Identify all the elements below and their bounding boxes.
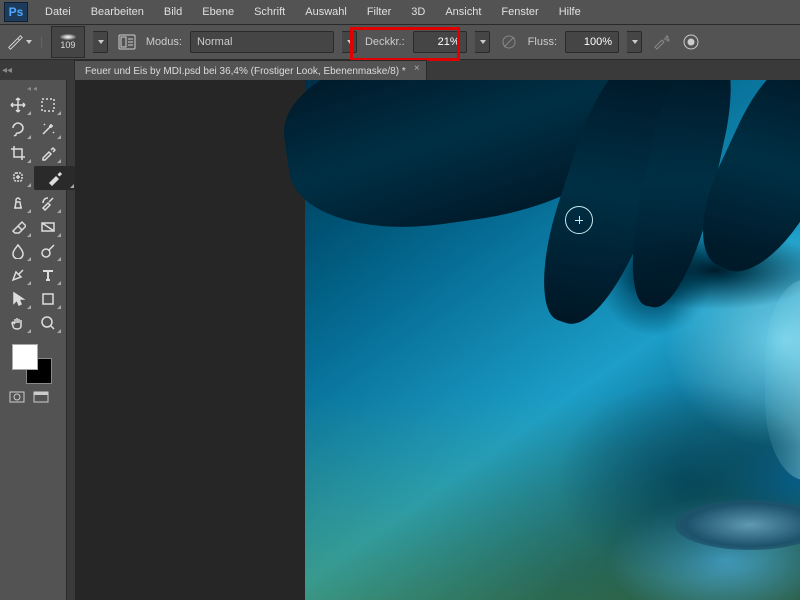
app-logo[interactable]: Ps [4,2,28,22]
document-dock: ◂◂ Feuer und Eis by MDI.psd bei 36,4% (F… [0,60,800,80]
lasso-tool-icon[interactable] [4,118,32,140]
menu-image[interactable]: Bild [155,3,191,21]
pressure-size-icon[interactable] [680,31,702,53]
menu-bar: Ps Datei Bearbeiten Bild Ebene Schrift A… [0,0,800,25]
menu-view[interactable]: Ansicht [436,3,490,21]
gradient-tool-icon[interactable] [34,216,62,238]
marquee-tool-icon[interactable] [34,94,62,116]
menu-edit[interactable]: Bearbeiten [82,3,153,21]
document-image [305,80,800,600]
dock-handle-icon[interactable]: ◂◂ [0,60,14,80]
menu-select[interactable]: Auswahl [296,3,356,21]
move-tool-icon[interactable] [4,94,32,116]
airbrush-icon[interactable] [650,31,672,53]
foreground-swatch[interactable] [12,344,38,370]
menu-file[interactable]: Datei [36,3,80,21]
panel-gutter [67,80,75,600]
menu-filter[interactable]: Filter [358,3,400,21]
shape-tool-icon[interactable] [34,288,62,310]
brush-cursor-icon [565,206,593,234]
flow-dropdown[interactable] [627,31,642,53]
active-tool-brush-icon[interactable] [6,30,32,54]
mode-label: Modus: [146,36,182,48]
blend-mode-dropdown[interactable] [342,31,357,53]
close-tab-icon[interactable]: × [414,63,420,74]
magic-wand-tool-icon[interactable] [34,118,62,140]
quickmask-icon[interactable] [8,390,26,404]
canvas-area[interactable] [75,80,800,600]
document-tab[interactable]: Feuer und Eis by MDI.psd bei 36,4% (Fros… [74,60,427,80]
color-swatches[interactable] [12,344,52,384]
blend-mode-value: Normal [197,36,232,48]
opacity-input[interactable]: 21% [413,31,467,53]
hand-tool-icon[interactable] [4,312,32,334]
opacity-dropdown[interactable] [475,31,490,53]
opacity-label: Deckkr.: [365,36,405,48]
healing-brush-tool-icon[interactable] [4,166,32,188]
flow-label: Fluss: [528,36,557,48]
history-brush-tool-icon[interactable] [34,192,62,214]
menu-help[interactable]: Hilfe [550,3,590,21]
brush-preset-dropdown[interactable] [93,31,108,53]
main-area: ◂◂ [0,80,800,600]
flow-value: 100% [584,36,612,48]
zoom-tool-icon[interactable] [34,312,62,334]
screenmode-icon[interactable] [32,390,50,404]
dodge-tool-icon[interactable] [34,240,62,262]
path-select-tool-icon[interactable] [4,288,32,310]
pressure-opacity-icon[interactable] [498,31,520,53]
flow-input[interactable]: 100% [565,31,619,53]
menu-3d[interactable]: 3D [402,3,434,21]
brush-size-value: 109 [60,40,75,50]
brush-panel-toggle-icon[interactable] [116,31,138,53]
blur-tool-icon[interactable] [4,240,32,262]
menu-layer[interactable]: Ebene [193,3,243,21]
menu-type[interactable]: Schrift [245,3,294,21]
opacity-value: 21% [438,36,460,48]
toolbox: ◂◂ [0,80,67,600]
document-tab-title: Feuer und Eis by MDI.psd bei 36,4% (Fros… [85,66,406,77]
eraser-tool-icon[interactable] [4,216,32,238]
clone-stamp-tool-icon[interactable] [4,192,32,214]
crop-tool-icon[interactable] [4,142,32,164]
eyedropper-tool-icon[interactable] [34,142,62,164]
options-bar: | 109 Modus: Normal Deckkr.: 21% Fluss: … [0,25,800,60]
pen-tool-icon[interactable] [4,264,32,286]
toolbox-handle-icon[interactable]: ◂◂ [0,84,66,92]
brush-preset-picker[interactable]: 109 [51,26,85,58]
blend-mode-select[interactable]: Normal [190,31,334,53]
type-tool-icon[interactable] [34,264,62,286]
brush-tool-icon[interactable] [34,166,76,190]
menu-window[interactable]: Fenster [492,3,547,21]
